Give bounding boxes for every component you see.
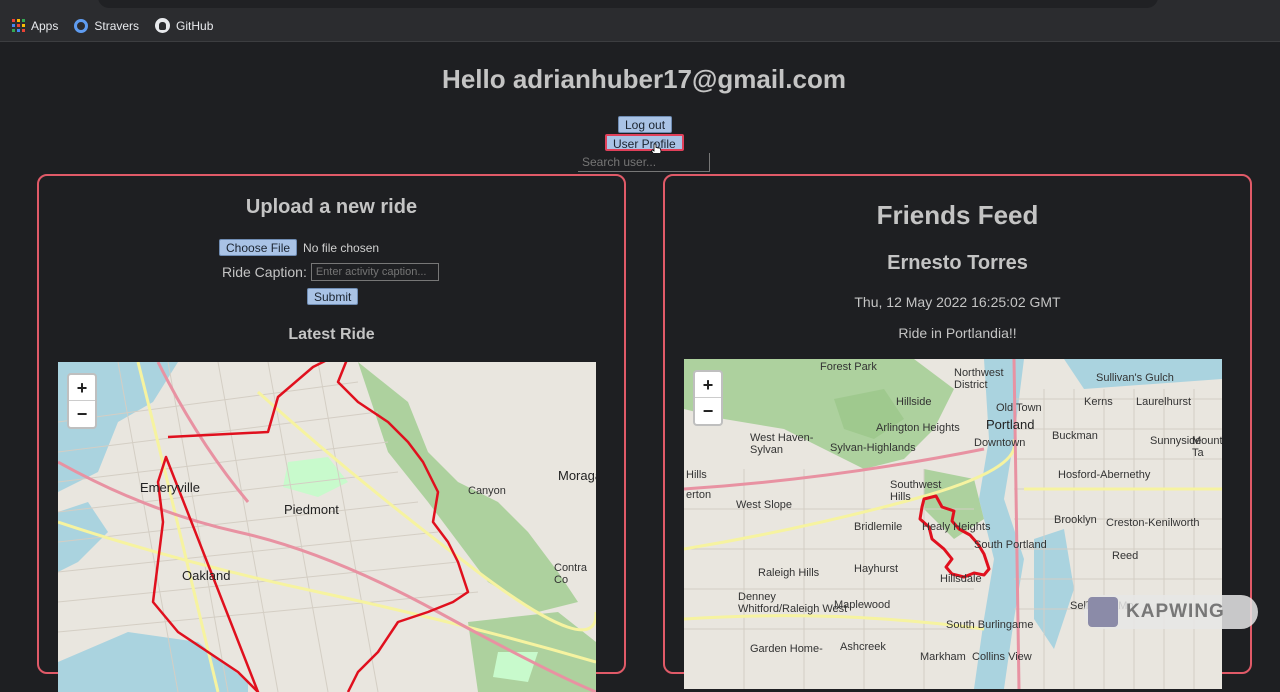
browser-tab-strip: [0, 0, 1280, 10]
map-label: Bridlemile: [854, 521, 903, 533]
friend-name[interactable]: Ernesto Torres: [665, 252, 1250, 275]
map-label: Markham: [920, 651, 966, 663]
map-label: Emeryville: [140, 480, 200, 495]
map-label: Southwest Hills: [890, 479, 942, 503]
upload-panel: Upload a new ride Choose File No file ch…: [37, 174, 626, 692]
bookmark-label: Apps: [31, 18, 59, 33]
map-label: Ashcreek: [840, 641, 886, 653]
map-label: Hills: [686, 469, 707, 481]
map-label: Moraga: [558, 468, 596, 483]
zoom-in-button[interactable]: +: [695, 372, 721, 398]
zoom-out-button[interactable]: −: [695, 398, 721, 424]
bookmark-stravers[interactable]: Stravers: [74, 18, 140, 33]
kapwing-watermark: KAPWING: [1084, 595, 1258, 629]
map-label: Hayhurst: [854, 563, 899, 575]
map-label: Mount Ta: [1192, 435, 1222, 459]
kapwing-logo-icon: [1088, 597, 1118, 627]
friends-feed-title: Friends Feed: [876, 200, 1039, 230]
gear-icon: [74, 18, 89, 33]
map-zoom-control: + −: [67, 373, 97, 429]
bookmarks-bar: Apps Stravers GitHub: [0, 10, 1280, 42]
caption-input[interactable]: [310, 263, 439, 281]
map-label: Creston-Kenilworth: [1106, 517, 1200, 529]
map-label: Old Town: [996, 402, 1042, 414]
caption-label: Ride Caption:: [222, 264, 307, 280]
submit-button[interactable]: Submit: [307, 288, 359, 305]
map-label: Collins View: [972, 651, 1032, 663]
map-label: Sylvan-Highlands: [830, 442, 916, 454]
map-label: erton: [686, 489, 712, 501]
map-label: South Portland: [974, 539, 1047, 551]
map-label: Forest Park: [820, 361, 877, 373]
ride-caption: Ride in Portlandia!!: [898, 325, 1017, 341]
map-label: Hillside: [896, 396, 932, 408]
upload-title: Upload a new ride: [245, 196, 418, 218]
map-label: Contra Co: [554, 562, 588, 586]
map-label: Laurelhurst: [1136, 396, 1192, 408]
map-label: Hillsdale: [940, 573, 982, 585]
watermark-label: KAPWING: [1126, 601, 1225, 622]
map-label: Arlington Heights: [876, 422, 960, 434]
latest-ride-title: Latest Ride: [288, 326, 375, 343]
map-label: West Slope: [736, 499, 793, 511]
map-label: Maplewood: [834, 599, 891, 611]
map-label: South Burlingame: [946, 619, 1034, 631]
map-label: Raleigh Hills: [758, 567, 820, 579]
choose-file-button[interactable]: Choose File: [219, 239, 298, 256]
file-upload-row: Choose File No file chosen: [219, 239, 379, 256]
logout-button[interactable]: Log out: [618, 116, 673, 133]
map-label: Buckman: [1052, 430, 1098, 442]
map-label: Sullivan's Gulch: [1096, 372, 1174, 384]
file-status-text: No file chosen: [303, 240, 380, 255]
ride-date: Thu, 12 May 2022 16:25:02 GMT: [854, 294, 1061, 310]
map-label: Healy Heights: [922, 521, 991, 533]
bookmark-label: GitHub: [176, 18, 214, 33]
github-icon: [155, 18, 171, 33]
map-label: Oakland: [182, 568, 231, 583]
map-label: Northwest District: [954, 367, 1004, 391]
bookmark-label: Stravers: [94, 18, 140, 33]
zoom-out-button[interactable]: −: [69, 401, 95, 427]
map-label: Downtown: [974, 437, 1026, 449]
page: Hello adrianhuber17@gmail.com Log out Us…: [0, 42, 1280, 692]
map-label: Hosford-Abernethy: [1058, 469, 1151, 481]
zoom-in-button[interactable]: +: [69, 375, 95, 401]
bookmark-apps[interactable]: Apps: [12, 19, 58, 33]
map-tiles: [58, 362, 596, 692]
map-label: Garden Home-: [750, 643, 823, 655]
map-label: Kerns: [1084, 396, 1113, 408]
map-label: Denney Whitford/Raleigh West: [738, 591, 848, 615]
map-label: West Haven-Sylvan: [750, 432, 814, 456]
map-label: Reed: [1112, 550, 1139, 562]
map-label: Canyon: [468, 485, 506, 497]
map-label: Brooklyn: [1054, 514, 1097, 526]
map-zoom-control: + −: [693, 370, 723, 426]
greeting-heading: Hello adrianhuber17@gmail.com: [442, 64, 846, 94]
map-label: Portland: [986, 417, 1035, 432]
address-bar[interactable]: [98, 0, 1158, 8]
latest-ride-map[interactable]: + − Emeryville Piedmont Oakland Canyon M…: [58, 362, 596, 692]
user-profile-button[interactable]: User Profile: [605, 134, 684, 151]
search-user-input[interactable]: [578, 153, 710, 172]
friend-ride-map[interactable]: + − Forest Park Northwest District Sulli…: [684, 359, 1222, 689]
caption-row: Ride Caption:: [222, 263, 439, 281]
map-label: Piedmont: [284, 502, 339, 517]
bookmark-github[interactable]: GitHub: [155, 18, 213, 33]
apps-grid-icon: [12, 19, 25, 32]
